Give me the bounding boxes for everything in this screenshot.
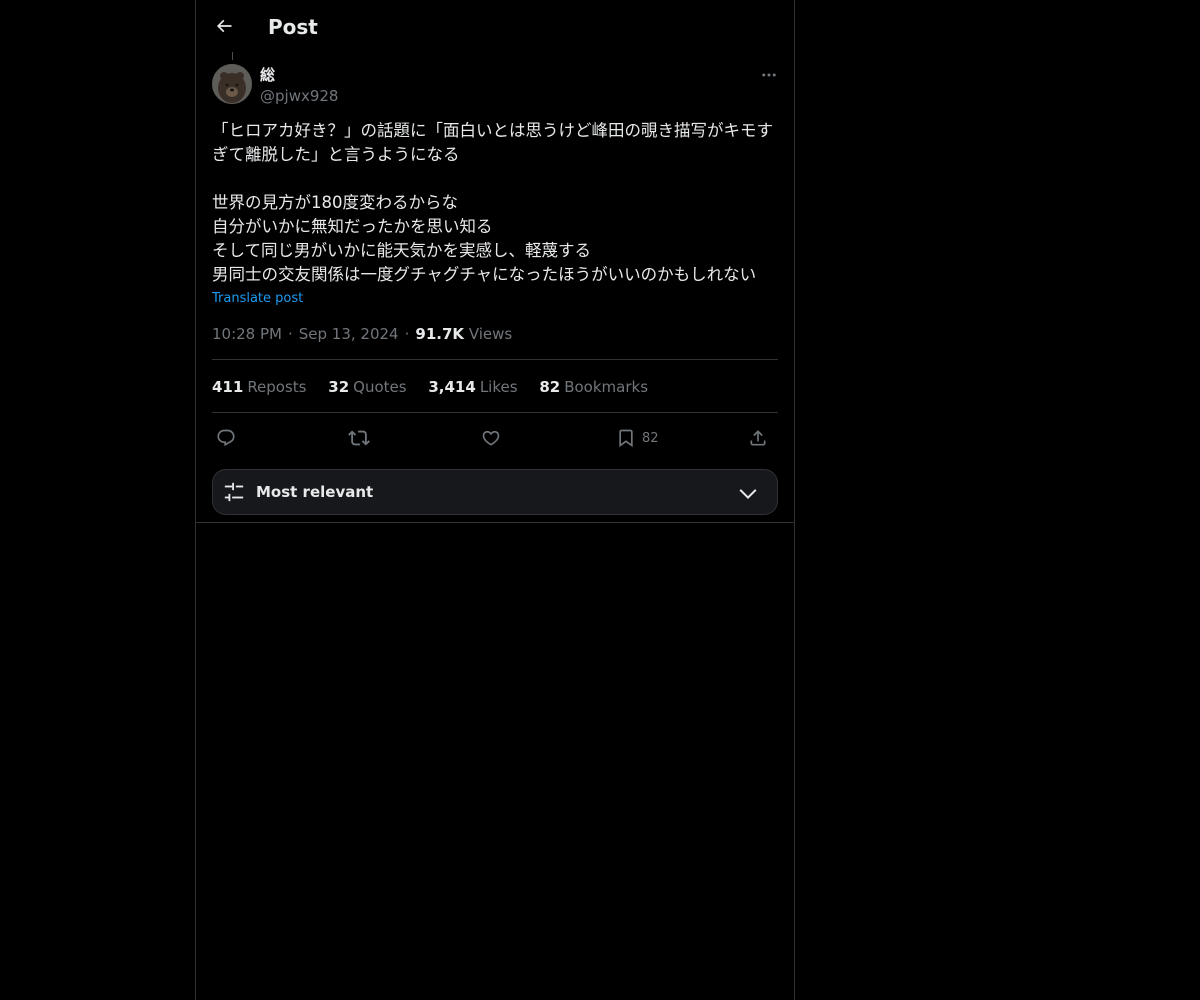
quotes-count: 32 (328, 378, 350, 396)
repost-button[interactable] (348, 424, 370, 452)
bookmarks-stat[interactable]: 82 Bookmarks (539, 378, 648, 396)
post-text: 「ヒロアカ好き？」の話題に「面白いとは思うけど峰田の覗き描写がキモすぎて離脱した… (212, 121, 773, 284)
bookmarks-count: 82 (539, 378, 561, 396)
avatar-image (212, 64, 252, 104)
reposts-count: 411 (212, 378, 244, 396)
bookmarks-label: Bookmarks (564, 378, 649, 396)
more-icon (762, 73, 776, 77)
section-divider (196, 522, 794, 523)
heart-icon (482, 430, 500, 446)
reposts-label: Reposts (247, 378, 307, 396)
quotes-label: Quotes (353, 378, 407, 396)
post-date[interactable]: Sep 13, 2024 (299, 325, 399, 343)
page-title: Post (268, 15, 318, 39)
page-header: Post (196, 0, 794, 53)
arrow-left-icon (216, 19, 232, 33)
post-meta: 10:28 PM · Sep 13, 2024 · 91.7K Views (212, 324, 512, 344)
views-label: Views (468, 325, 513, 343)
quotes-stat[interactable]: 32 Quotes (328, 378, 406, 396)
bookmark-count: 82 (642, 430, 659, 446)
main-column: Post 総 @pjwx928 「ヒロアカ好き？」の話題に「面白いとは思うけど峰… (195, 0, 795, 1000)
replies-sort-dropdown[interactable]: Most relevant (212, 469, 778, 515)
meta-separator: · (287, 325, 293, 343)
meta-separator: · (404, 325, 410, 343)
share-button[interactable] (748, 424, 768, 452)
author-display-name[interactable]: 総 (260, 65, 275, 85)
divider (212, 412, 778, 413)
action-bar: 82 (212, 424, 778, 452)
reposts-stat[interactable]: 411 Reposts (212, 378, 307, 396)
reply-icon (217, 429, 235, 447)
likes-label: Likes (479, 378, 518, 396)
repost-icon (348, 430, 370, 446)
post-time[interactable]: 10:28 PM (212, 325, 282, 343)
like-button[interactable] (481, 424, 501, 452)
likes-count: 3,414 (428, 378, 476, 396)
post-stats: 411 Reposts 32 Quotes 3,414 Likes 82 Bookmar… (212, 377, 665, 397)
share-icon (750, 430, 766, 446)
translate-post-link[interactable]: Translate post (212, 290, 303, 308)
reply-button[interactable] (216, 424, 236, 452)
thread-connector-line (232, 52, 233, 60)
sort-label: Most relevant (256, 483, 374, 501)
author-handle[interactable]: @pjwx928 (260, 86, 338, 106)
bookmark-button[interactable]: 82 (616, 424, 659, 452)
more-options-button[interactable] (758, 64, 780, 86)
back-button[interactable] (210, 12, 238, 40)
chevron-down-icon (739, 489, 757, 500)
likes-stat[interactable]: 3,414 Likes (428, 378, 517, 396)
bookmark-icon (619, 429, 633, 448)
views-count: 91.7K (415, 325, 465, 343)
avatar[interactable] (212, 64, 252, 104)
sliders-icon (224, 482, 244, 502)
divider (212, 359, 778, 360)
